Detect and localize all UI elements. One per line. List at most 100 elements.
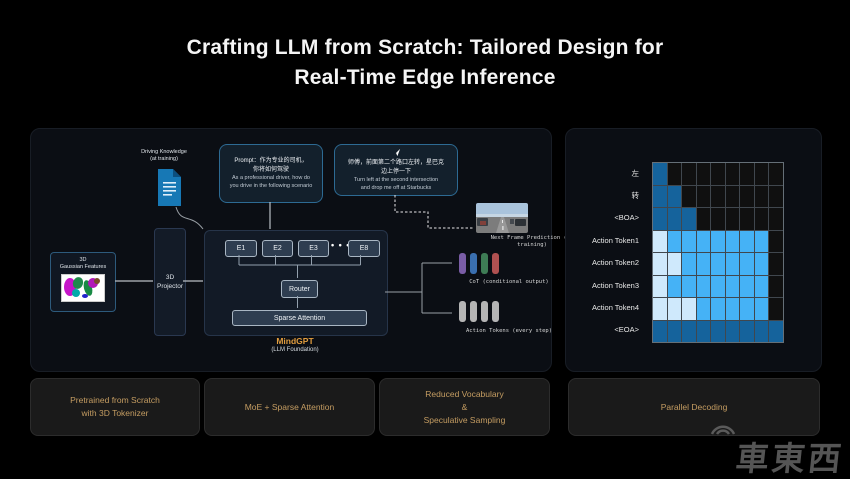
- architecture-panel: Driving Knowledge (at training) Prompt：作…: [30, 128, 552, 372]
- prompt-en-1: As a professional driver, how do: [224, 175, 318, 182]
- mask-cell: [755, 231, 769, 253]
- voice-zh-1: 师傅，前面第二个路口左转，星巴克: [339, 159, 453, 167]
- voice-zh-2: 边上停一下: [339, 168, 453, 176]
- mask-cell: [769, 208, 783, 230]
- summary-box-moe: MoE + Sparse Attention: [204, 378, 375, 436]
- mask-cell: [755, 321, 769, 343]
- action-token-bar: [492, 301, 499, 322]
- driving-knowledge-label: Driving Knowledge (at training): [104, 149, 224, 163]
- mask-cell: [740, 186, 754, 208]
- mask-cell: [711, 208, 725, 230]
- mask-cell: [697, 163, 711, 185]
- mask-cell: [755, 276, 769, 298]
- mask-cell: [711, 253, 725, 275]
- prompt-zh-2: 你将如何驾驶: [224, 166, 318, 174]
- mask-cell: [682, 231, 696, 253]
- summary-box-vocab: Reduced Vocabulary & Speculative Samplin…: [379, 378, 550, 436]
- mask-cell: [769, 163, 783, 185]
- mask-cell: [711, 186, 725, 208]
- mask-cell: [769, 186, 783, 208]
- mask-cell: [668, 186, 682, 208]
- mask-row-label: <EOA>: [566, 319, 646, 341]
- mask-cell: [755, 298, 769, 320]
- mask-cell: [726, 298, 740, 320]
- mask-cell: [653, 321, 667, 343]
- mask-cell: [668, 231, 682, 253]
- cot-bar: [481, 253, 488, 274]
- mask-cell: [682, 298, 696, 320]
- document-icon: [156, 168, 183, 207]
- mindgpt-sublabel: (LLM Foundation): [204, 347, 386, 353]
- mask-cell: [740, 321, 754, 343]
- expert-e1: E1: [225, 240, 257, 257]
- mask-cell: [740, 208, 754, 230]
- mask-row-label: Action Token2: [566, 252, 646, 274]
- mask-cell: [740, 231, 754, 253]
- mask-cell: [755, 163, 769, 185]
- mask-row-label: 左: [566, 162, 646, 184]
- mask-row-labels: 左转<BOA>Action Token1Action Token2Action …: [566, 162, 646, 341]
- router-box: Router: [281, 280, 318, 298]
- mask-cell: [726, 321, 740, 343]
- gaussian-segmentation-image: [61, 274, 105, 302]
- gaussian-features-box: 3D Gaussian Features: [50, 252, 116, 312]
- mask-cell: [653, 253, 667, 275]
- attention-mask-grid: [652, 162, 784, 343]
- action-token-bar: [481, 301, 488, 322]
- mask-cell: [726, 253, 740, 275]
- mask-cell: [682, 276, 696, 298]
- mask-cell: [653, 186, 667, 208]
- mask-cell: [668, 208, 682, 230]
- mask-cell: [682, 253, 696, 275]
- cot-bar: [459, 253, 466, 274]
- mask-cell: [769, 253, 783, 275]
- mask-cell: [726, 231, 740, 253]
- mask-cell: [697, 253, 711, 275]
- mask-cell: [697, 231, 711, 253]
- summary-box-pretrained: Pretrained from Scratch with 3D Tokenize…: [30, 378, 200, 436]
- mask-cell: [711, 321, 725, 343]
- action-token-bar: [459, 301, 466, 322]
- mask-row-label: Action Token1: [566, 229, 646, 251]
- sparse-attention-box: Sparse Attention: [232, 310, 367, 326]
- mask-cell: [711, 163, 725, 185]
- voice-command-box: 师傅，前面第二个路口左转，星巴克 边上停一下 Turn left at the …: [334, 144, 458, 196]
- mask-cell: [653, 163, 667, 185]
- mask-cell: [668, 321, 682, 343]
- slide-title-line2: Real-Time Edge Inference: [0, 63, 850, 93]
- mask-cell: [726, 186, 740, 208]
- mask-cell: [668, 163, 682, 185]
- mask-cell: [668, 253, 682, 275]
- mask-cell: [682, 163, 696, 185]
- cot-bar: [470, 253, 477, 274]
- mask-row-label: Action Token4: [566, 296, 646, 318]
- watermark-logo: 車東西: [734, 442, 845, 475]
- prompt-en-2: you drive in the following scenario: [224, 183, 318, 190]
- mask-cell: [726, 163, 740, 185]
- slide-title: Crafting LLM from Scratch: Tailored Desi…: [0, 33, 850, 93]
- mask-cell: [769, 321, 783, 343]
- mask-cell: [755, 208, 769, 230]
- mask-cell: [740, 253, 754, 275]
- mask-cell: [755, 253, 769, 275]
- mask-cell: [697, 186, 711, 208]
- mask-cell: [697, 321, 711, 343]
- mask-cell: [726, 276, 740, 298]
- navigation-icon: [392, 148, 401, 157]
- mask-cell: [769, 298, 783, 320]
- mask-cell: [740, 276, 754, 298]
- cot-bar: [492, 253, 499, 274]
- mask-cell: [682, 186, 696, 208]
- mask-cell: [682, 321, 696, 343]
- mask-row-label: 转: [566, 184, 646, 206]
- prompt-zh-1: Prompt：作为专业的司机，: [224, 157, 318, 165]
- mask-cell: [697, 276, 711, 298]
- mask-cell: [653, 276, 667, 298]
- mask-row-label: Action Token3: [566, 274, 646, 296]
- action-token-bars: [459, 301, 499, 322]
- mask-cell: [653, 208, 667, 230]
- mask-cell: [668, 298, 682, 320]
- mask-cell: [668, 276, 682, 298]
- mask-cell: [682, 208, 696, 230]
- mask-cell: [697, 208, 711, 230]
